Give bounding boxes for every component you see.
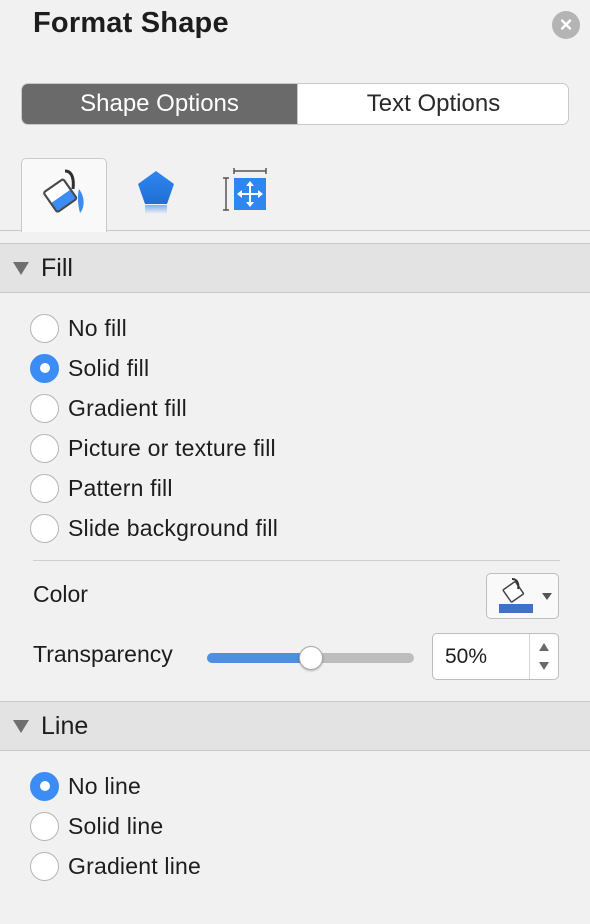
radio-button[interactable] <box>30 353 59 383</box>
stepper-arrows <box>529 634 559 679</box>
radio-solid-fill[interactable]: Solid fill <box>30 351 149 385</box>
radio-label: No fill <box>68 314 127 341</box>
radio-button[interactable] <box>30 473 59 503</box>
radio-gradient-fill[interactable]: Gradient fill <box>30 391 187 425</box>
radio-picture-texture-fill[interactable]: Picture or texture fill <box>30 431 276 465</box>
pane-title: Format Shape <box>33 7 229 39</box>
transparency-stepper[interactable]: 50% <box>432 633 559 680</box>
transparency-slider[interactable] <box>207 645 414 671</box>
radio-button[interactable] <box>30 851 59 881</box>
tab-size-properties[interactable] <box>203 158 289 231</box>
chevron-down-icon <box>542 593 552 600</box>
fill-bucket-icon <box>39 167 89 224</box>
color-label: Color <box>33 581 88 607</box>
radio-label: Solid line <box>68 812 164 839</box>
radio-label: Solid fill <box>68 354 150 381</box>
format-shape-pane: Format Shape × Shape Options Text Option… <box>0 0 590 924</box>
tab-shape-options[interactable]: Shape Options <box>22 84 297 124</box>
slider-fill <box>207 653 311 663</box>
size-position-icon <box>222 168 270 221</box>
radio-label: Picture or texture fill <box>68 434 276 461</box>
line-section-header[interactable]: Line <box>0 701 590 751</box>
slider-thumb[interactable] <box>298 646 323 670</box>
radio-no-fill[interactable]: No fill <box>30 311 127 345</box>
pentagon-effects-icon <box>134 167 178 222</box>
radio-no-line[interactable]: No line <box>30 769 141 803</box>
fill-section-title: Fill <box>41 253 73 282</box>
tab-fill-line[interactable] <box>21 158 107 232</box>
tab-text-options[interactable]: Text Options <box>297 84 568 124</box>
radio-gradient-line[interactable]: Gradient line <box>30 849 201 883</box>
stepper-down-icon[interactable] <box>539 662 549 670</box>
paint-bucket-icon <box>498 578 538 621</box>
radio-button[interactable] <box>30 393 59 423</box>
close-icon[interactable]: × <box>552 11 580 39</box>
disclosure-triangle-icon <box>13 261 29 275</box>
radio-label: Slide background fill <box>68 514 279 541</box>
disclosure-triangle-icon <box>13 719 29 733</box>
radio-pattern-fill[interactable]: Pattern fill <box>30 471 173 505</box>
radio-button[interactable] <box>30 433 59 463</box>
radio-button[interactable] <box>30 811 59 841</box>
radio-label: No line <box>68 772 141 799</box>
options-segmented-control: Shape Options Text Options <box>21 83 569 125</box>
line-section-title: Line <box>41 711 89 740</box>
radio-button[interactable] <box>30 313 59 343</box>
transparency-label: Transparency <box>33 641 173 667</box>
fill-section-header[interactable]: Fill <box>0 243 590 293</box>
radio-button[interactable] <box>30 513 59 543</box>
color-picker-button[interactable] <box>486 573 559 619</box>
radio-solid-line[interactable]: Solid line <box>30 809 163 843</box>
transparency-value[interactable]: 50% <box>445 634 487 679</box>
radio-slide-background-fill[interactable]: Slide background fill <box>30 511 278 545</box>
radio-button[interactable] <box>30 771 59 801</box>
radio-label: Gradient fill <box>68 394 187 421</box>
tab-effects[interactable] <box>113 158 199 231</box>
radio-label: Gradient line <box>68 852 202 879</box>
stepper-up-icon[interactable] <box>539 643 549 651</box>
radio-label: Pattern fill <box>68 474 173 501</box>
divider <box>33 560 560 561</box>
icon-tab-bar <box>0 158 590 233</box>
